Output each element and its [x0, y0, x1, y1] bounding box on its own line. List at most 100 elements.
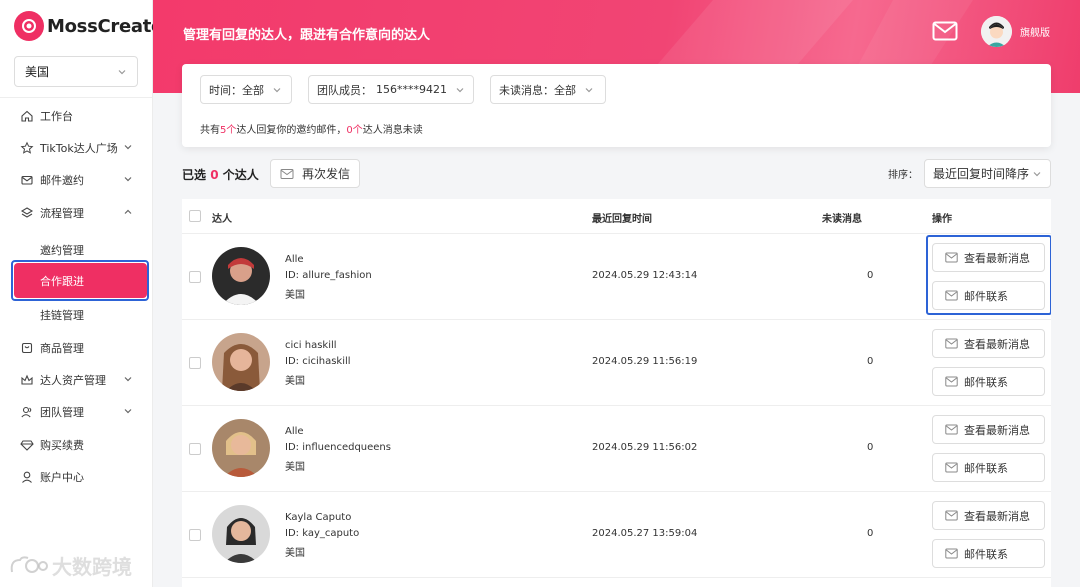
email-contact-button[interactable]: 邮件联系 — [932, 453, 1045, 482]
email-contact-button[interactable]: 邮件联系 — [932, 281, 1045, 310]
view-latest-message-button[interactable]: 查看最新消息 — [932, 329, 1045, 358]
reply-time: 2024.05.29 11:56:19 — [592, 356, 698, 367]
sidebar-item-flow-management[interactable]: 流程管理 — [20, 203, 140, 223]
sidebar-subitem-invite-management[interactable]: 邀约管理 — [40, 242, 84, 258]
unread-filter[interactable]: 未读消息：全部 — [490, 75, 606, 104]
unread-count: 0个 — [346, 125, 363, 136]
select-all-checkbox[interactable] — [189, 210, 201, 222]
divider — [0, 97, 152, 98]
creator-avatar[interactable] — [212, 333, 270, 391]
creator-region: 美国 — [285, 548, 305, 559]
view-latest-message-label: 查看最新消息 — [964, 423, 1030, 437]
sidebar-item-tiktok-square[interactable]: TikTok达人广场 — [20, 138, 140, 158]
creator-avatar[interactable] — [212, 247, 270, 305]
view-latest-message-label: 查看最新消息 — [964, 509, 1030, 523]
team-member-filter[interactable]: 团队成员： 156****9421 — [308, 75, 474, 104]
chevron-down-icon — [585, 87, 593, 92]
region-select[interactable]: 美国 — [14, 56, 138, 87]
column-header: 最近回复时间 — [592, 214, 652, 225]
user-icon — [22, 471, 32, 483]
mail-icon[interactable] — [932, 21, 958, 41]
unread-filter-value: 未读消息：全部 — [499, 83, 576, 97]
table-row: Alle ID: influencedqueens 美国 2024.05.29 … — [182, 406, 1051, 492]
sidebar-item-label: 达人资产管理 — [40, 374, 106, 387]
sidebar-item-label: 商品管理 — [40, 342, 84, 355]
creator-id: ID: influencedqueens — [285, 442, 391, 453]
sidebar-item-purchase[interactable]: 购买续费 — [20, 435, 84, 455]
sort-select[interactable]: 最近回复时间降序 — [924, 159, 1051, 188]
selected-count-label: 已选 0 个达人 — [182, 166, 259, 183]
unread-count: 0 — [867, 356, 874, 367]
summary-prefix: 共有 — [200, 125, 220, 136]
team-member-label: 团队成员： — [317, 83, 372, 97]
chevron-up-icon — [124, 209, 132, 214]
table-row: cici haskill ID: cicihaskill 美国 2024.05.… — [182, 320, 1051, 406]
sidebar-subitem-link-management[interactable]: 挂链管理 — [40, 307, 84, 323]
column-header: 未读消息 — [822, 214, 862, 225]
star-icon — [20, 141, 34, 154]
sidebar-item-label: 流程管理 — [40, 207, 84, 220]
chevron-down-icon — [124, 145, 132, 150]
chevron-down-icon — [124, 377, 132, 382]
plan-badge: 旗舰版 — [1020, 28, 1050, 39]
creator-avatar[interactable] — [212, 505, 270, 563]
filter-card: 时间：全部 团队成员： 156****9421 未读消息：全部 共有5个达人回复… — [182, 64, 1051, 147]
row-checkbox[interactable] — [189, 357, 201, 369]
mail-icon — [945, 510, 958, 521]
table-row: Kayla Caputo ID: kay_caputo 美国 2024.05.2… — [182, 492, 1051, 578]
view-latest-message-button[interactable]: 查看最新消息 — [932, 415, 1045, 444]
email-contact-button[interactable]: 邮件联系 — [932, 539, 1045, 568]
summary-middle: 达人回复你的邀约邮件， — [236, 125, 347, 136]
creator-name: Kayla Caputo — [285, 512, 352, 523]
sidebar-item-label: 邮件邀约 — [40, 174, 84, 187]
time-filter[interactable]: 时间：全部 — [200, 75, 292, 104]
table-row: Alle ID: allure_fashion 美国 2024.05.29 12… — [182, 234, 1051, 320]
unread-count: 0 — [867, 528, 874, 539]
sidebar-item-account-center[interactable]: 账户中心 — [20, 467, 84, 487]
sidebar-item-creator-assets[interactable]: 达人资产管理 — [20, 370, 140, 390]
reply-time: 2024.05.29 12:43:14 — [592, 270, 698, 281]
unread-count: 0 — [867, 270, 874, 281]
table-header: 达人 最近回复时间 未读消息 操作 — [182, 199, 1051, 234]
region-value: 美国 — [25, 65, 50, 79]
page-title: 管理有回复的达人，跟进有合作意向的达人 — [183, 28, 431, 43]
column-header: 达人 — [212, 214, 232, 225]
sidebar-item-workbench[interactable]: 工作台 — [20, 106, 73, 126]
sidebar-item-product-management[interactable]: 商品管理 — [20, 338, 84, 358]
mail-icon — [280, 168, 294, 179]
sidebar-item-team-management[interactable]: 团队管理 — [20, 402, 140, 422]
email-contact-label: 邮件联系 — [964, 375, 1008, 389]
selected-suffix: 个达人 — [222, 168, 259, 182]
sidebar-item-email-invite[interactable]: 邮件邀约 — [20, 170, 140, 190]
row-checkbox[interactable] — [189, 271, 201, 283]
logo-icon — [14, 11, 44, 41]
email-contact-label: 邮件联系 — [964, 289, 1008, 303]
creator-region: 美国 — [285, 462, 305, 473]
mail-icon — [945, 290, 958, 301]
reply-time: 2024.05.29 11:56:02 — [592, 442, 698, 453]
avatar[interactable] — [981, 16, 1012, 47]
creator-id: ID: kay_caputo — [285, 528, 360, 539]
row-checkbox[interactable] — [189, 443, 201, 455]
creator-avatar[interactable] — [212, 419, 270, 477]
creator-region: 美国 — [285, 376, 305, 387]
view-latest-message-label: 查看最新消息 — [964, 337, 1030, 351]
summary-suffix: 达人消息未读 — [362, 125, 423, 136]
creator-name: cici haskill — [285, 340, 337, 351]
watermark-text: 大数跨境 — [52, 555, 132, 579]
logo[interactable]: MossCreator — [14, 11, 172, 41]
view-latest-message-button[interactable]: 查看最新消息 — [932, 243, 1045, 272]
row-checkbox[interactable] — [189, 529, 201, 541]
creator-name: Alle — [285, 426, 304, 437]
sidebar-item-label: 购买续费 — [40, 439, 84, 452]
creator-id: ID: cicihaskill — [285, 356, 351, 367]
resend-button[interactable]: 再次发信 — [270, 159, 360, 188]
unread-count: 0 — [867, 442, 874, 453]
creator-photo — [212, 419, 270, 477]
email-contact-button[interactable]: 邮件联系 — [932, 367, 1045, 396]
view-latest-message-label: 查看最新消息 — [964, 251, 1030, 265]
view-latest-message-button[interactable]: 查看最新消息 — [932, 501, 1045, 530]
product-icon — [21, 342, 33, 354]
column-header: 操作 — [932, 214, 952, 225]
selected-count: 0 — [210, 168, 219, 182]
